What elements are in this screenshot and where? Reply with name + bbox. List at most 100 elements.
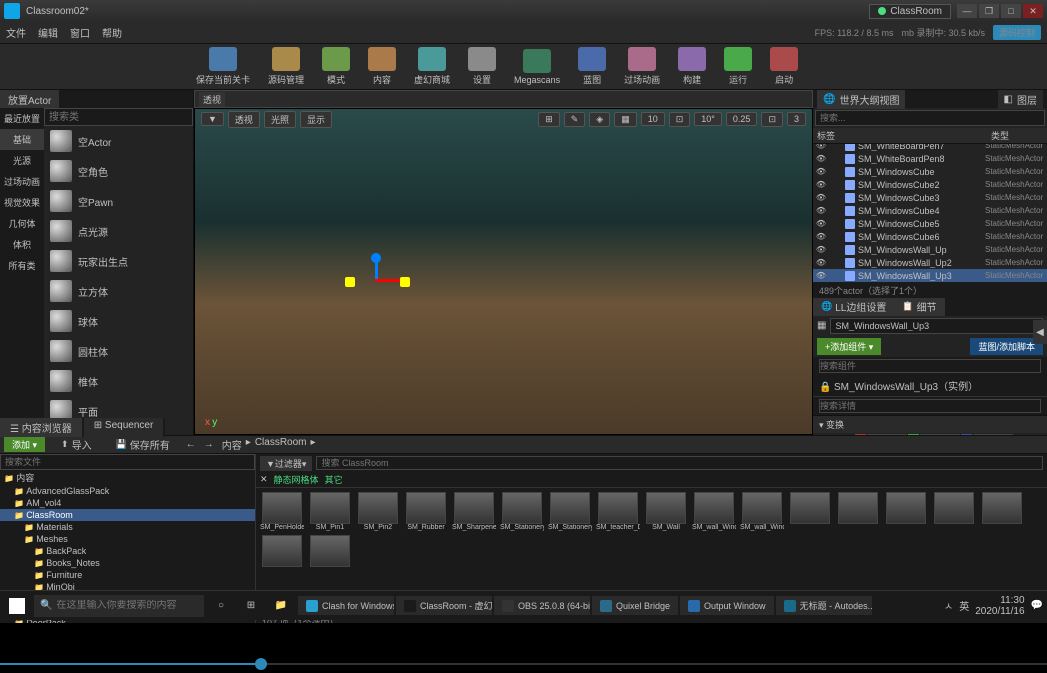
- place-item[interactable]: 空角色: [44, 156, 193, 186]
- viewport-control[interactable]: ◈: [589, 112, 610, 127]
- asset-item[interactable]: SM_Rubber: [404, 492, 448, 531]
- toolbar-5[interactable]: 设置: [468, 47, 496, 86]
- place-search-input[interactable]: [44, 108, 193, 126]
- place-item[interactable]: 椎体: [44, 366, 193, 396]
- tree-node[interactable]: Furniture: [0, 569, 255, 581]
- filter-tag[interactable]: 静态网格体: [274, 473, 319, 486]
- details-search-input[interactable]: [819, 399, 1041, 413]
- tree-node[interactable]: AdvancedGlassPack: [0, 485, 255, 497]
- toolbar-0[interactable]: 保存当前关卡: [196, 47, 250, 86]
- viewport-control[interactable]: 10: [641, 112, 665, 126]
- sequencer-tab[interactable]: ⊞ Sequencer: [84, 418, 164, 437]
- tree-node[interactable]: Materials: [0, 521, 255, 533]
- nav-fwd-icon[interactable]: →: [204, 439, 214, 450]
- toolbar-2[interactable]: 模式: [322, 47, 350, 86]
- toolbar-1[interactable]: 源码管理: [268, 47, 304, 86]
- asset-item[interactable]: SM_Stationery14_Band: [548, 492, 592, 531]
- world-settings-tab[interactable]: 🌐 LL边组设置: [813, 298, 894, 316]
- toolbar-4[interactable]: 虚幻商城: [414, 47, 450, 86]
- visibility-icon[interactable]: 👁: [815, 167, 827, 176]
- outliner-row[interactable]: 👁SM_WindowsCube6StaticMeshActor: [813, 230, 1047, 243]
- visibility-icon[interactable]: 👁: [815, 144, 827, 150]
- world-outliner-tab[interactable]: 🌐 世界大纲视图: [817, 90, 905, 109]
- asset-search-input[interactable]: [316, 456, 1043, 470]
- breadcrumb[interactable]: ClassRoom: [255, 437, 307, 452]
- toolbar-6[interactable]: Megascans: [514, 49, 560, 85]
- asset-item[interactable]: [260, 535, 304, 567]
- tree-node[interactable]: Books_Notes: [0, 557, 255, 569]
- nav-back-icon[interactable]: ←: [186, 439, 196, 450]
- cb-import-button[interactable]: ⬆ 导入: [53, 436, 100, 453]
- place-item[interactable]: 立方体: [44, 276, 193, 306]
- taskview-button[interactable]: ⊞: [238, 593, 264, 619]
- outliner-row[interactable]: 👁SM_WindowsCube5StaticMeshActor: [813, 217, 1047, 230]
- viewport-control[interactable]: 0.25: [726, 112, 758, 126]
- viewport-control[interactable]: ✎: [564, 112, 586, 127]
- viewport-control[interactable]: ⊡: [761, 112, 783, 127]
- place-cat[interactable]: 基础: [0, 129, 44, 150]
- place-cat[interactable]: 体积: [0, 234, 44, 255]
- project-tab[interactable]: ClassRoom: [869, 4, 951, 19]
- asset-item[interactable]: SM_Wall: [644, 492, 688, 531]
- details-tab[interactable]: 📋 细节: [894, 298, 944, 316]
- place-cat[interactable]: 过场动画: [0, 171, 44, 192]
- tree-node[interactable]: BackPack: [0, 545, 255, 557]
- maximize-button[interactable]: □: [1001, 4, 1021, 18]
- outliner-search-input[interactable]: [815, 110, 1045, 126]
- restoredown-button[interactable]: ❐: [979, 4, 999, 18]
- viewport-control[interactable]: 10°: [694, 112, 722, 126]
- asset-item[interactable]: [884, 492, 928, 531]
- layers-tab[interactable]: ◧ 图层: [998, 90, 1043, 109]
- cortana-button[interactable]: ○: [208, 593, 234, 619]
- viewport-control[interactable]: 显示: [300, 111, 332, 128]
- place-cat[interactable]: 光源: [0, 150, 44, 171]
- viewport-control[interactable]: 3: [787, 112, 806, 126]
- outliner-col-label[interactable]: 标签: [813, 128, 987, 143]
- taskbar-task[interactable]: Quixel Bridge: [592, 596, 678, 615]
- place-item[interactable]: 圆柱体: [44, 336, 193, 366]
- outliner-row[interactable]: 👁SM_WindowsWall_Up2StaticMeshActor: [813, 256, 1047, 269]
- visibility-icon[interactable]: 👁: [815, 219, 827, 228]
- notification-icon[interactable]: 💬: [1031, 600, 1043, 611]
- asset-item[interactable]: SM_teacher_Desk: [596, 492, 640, 531]
- tree-node[interactable]: 内容: [0, 470, 255, 485]
- outliner-row[interactable]: 👁SM_WhiteBoardPen7StaticMeshActor: [813, 144, 1047, 152]
- cb-add-button[interactable]: 添加 ▾: [4, 437, 45, 452]
- outliner-row[interactable]: 👁SM_WindowsCube3StaticMeshActor: [813, 191, 1047, 204]
- menu-window[interactable]: 窗口: [70, 25, 90, 40]
- place-cat[interactable]: 几何体: [0, 213, 44, 234]
- toolbar-11[interactable]: 启动: [770, 47, 798, 86]
- taskbar-search[interactable]: 🔍: [34, 595, 204, 617]
- outliner-row[interactable]: 👁SM_WindowsCubeStaticMeshActor: [813, 165, 1047, 178]
- visibility-icon[interactable]: 👁: [815, 232, 827, 241]
- place-item[interactable]: 点光源: [44, 216, 193, 246]
- toolbar-9[interactable]: 构建: [678, 47, 706, 86]
- component-root[interactable]: SM_WindowsWall_Up3（实例）: [834, 382, 978, 393]
- source-control-button[interactable]: 源码控制: [993, 25, 1041, 40]
- viewport-control[interactable]: 光照: [264, 111, 296, 128]
- tray-arrow[interactable]: ㅅ: [944, 598, 953, 613]
- place-cat[interactable]: 视觉效果: [0, 192, 44, 213]
- asset-item[interactable]: SM_Sharpener1: [452, 492, 496, 531]
- tree-node[interactable]: AM_vol4: [0, 497, 255, 509]
- component-search-input[interactable]: [819, 359, 1041, 373]
- menu-help[interactable]: 帮助: [102, 25, 122, 40]
- outliner-row[interactable]: 👁SM_WindowsCube4StaticMeshActor: [813, 204, 1047, 217]
- viewport-control[interactable]: ⊞: [538, 112, 560, 127]
- taskbar-task[interactable]: Clash for Windows: [298, 596, 394, 615]
- viewport-control[interactable]: ▦: [614, 112, 637, 127]
- asset-item[interactable]: [932, 492, 976, 531]
- place-item[interactable]: 空Pawn: [44, 186, 193, 216]
- outliner-row[interactable]: 👁SM_WhiteBoardPen8StaticMeshActor: [813, 152, 1047, 165]
- menu-edit[interactable]: 编辑: [38, 25, 58, 40]
- outliner-row[interactable]: 👁SM_WindowsWall_Up3StaticMeshActor: [813, 269, 1047, 282]
- asset-item[interactable]: SM_Stationery15: [500, 492, 544, 531]
- visibility-icon[interactable]: 👁: [815, 206, 827, 215]
- outliner-row[interactable]: 👁SM_WindowsWall_UpStaticMeshActor: [813, 243, 1047, 256]
- asset-item[interactable]: SM_Pin2: [356, 492, 400, 531]
- level-viewport[interactable]: ▼透视光照显示 ⊞✎◈▦10⊡10°0.25⊡3 x y: [194, 108, 813, 435]
- asset-item[interactable]: [308, 535, 352, 567]
- explorer-button[interactable]: 📁: [268, 593, 294, 619]
- filter-button[interactable]: ▼过滤器▾: [260, 456, 312, 471]
- visibility-icon[interactable]: 👁: [815, 271, 827, 280]
